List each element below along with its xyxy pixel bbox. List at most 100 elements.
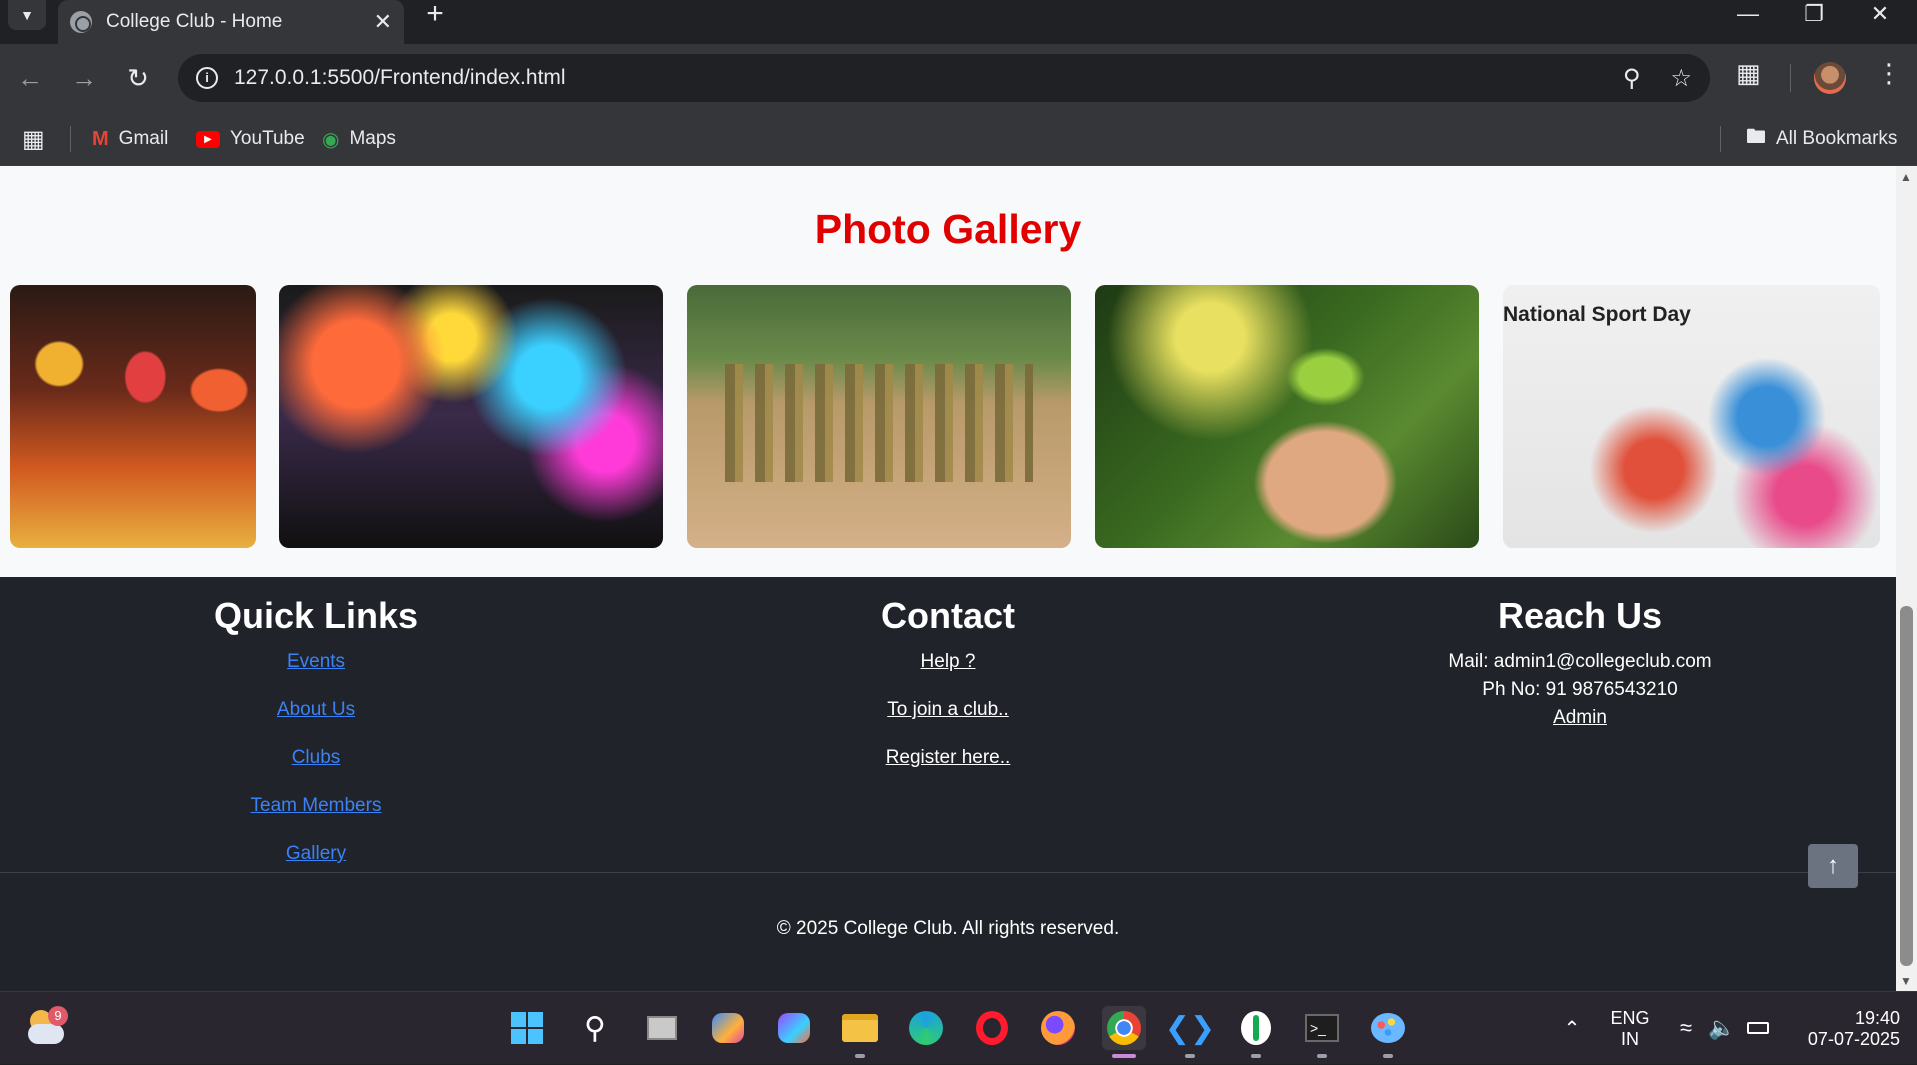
scrollbar-thumb[interactable]: [1900, 606, 1913, 966]
gallery-title: Photo Gallery: [814, 206, 1082, 252]
mongodb-compass-icon[interactable]: [1234, 1006, 1278, 1050]
music-band-photo: [279, 285, 663, 548]
vscode-icon[interactable]: ❮❯: [1165, 1006, 1215, 1050]
back-button[interactable]: ←: [12, 60, 48, 96]
footer-link-clubs[interactable]: Clubs: [0, 747, 632, 769]
zoom-icon[interactable]: ⚲: [1623, 64, 1641, 93]
task-view-icon[interactable]: [640, 1006, 684, 1050]
ncc-parade-photo: [687, 285, 1071, 548]
cloud-icon: [28, 1024, 64, 1044]
language-indicator[interactable]: ENG IN: [1600, 992, 1660, 1065]
toolbar-divider: [1790, 64, 1791, 92]
scroll-down-arrow-icon[interactable]: ▼: [1900, 974, 1912, 988]
scroll-up-arrow-icon[interactable]: ▲: [1900, 170, 1912, 184]
weather-widget[interactable]: 9: [24, 1006, 68, 1050]
bookmark-youtube[interactable]: ▶ YouTube: [196, 112, 305, 166]
battery-icon[interactable]: [1736, 1006, 1780, 1050]
opera-icon[interactable]: [970, 1006, 1014, 1050]
photo-caption: National Sport Day: [1503, 303, 1691, 326]
scroll-to-top-button[interactable]: ↑: [1808, 844, 1858, 888]
site-info-icon[interactable]: i: [196, 67, 218, 89]
footer-link-gallery[interactable]: Gallery: [0, 843, 632, 865]
apps-grid-icon[interactable]: ▦: [22, 112, 45, 166]
minimize-button[interactable]: —: [1720, 0, 1776, 30]
edge-icon[interactable]: [904, 1006, 948, 1050]
reach-us-section: Reach Us Mail: admin1@collegeclub.com Ph…: [1264, 595, 1896, 729]
page-viewport: Photo Gallery National Sport Day Quick L…: [0, 166, 1896, 991]
bookmarks-bar: ▦ M Gmail ▶ YouTube ◉ Maps 🖿 All Bookmar…: [0, 112, 1917, 166]
star-bookmark-icon[interactable]: ☆: [1670, 64, 1692, 93]
help-link[interactable]: Help ?: [632, 651, 1264, 673]
bookmark-label: Gmail: [118, 128, 169, 149]
gmail-icon: M: [92, 127, 109, 150]
running-indicator: [855, 1054, 865, 1058]
admin-link[interactable]: Admin: [1264, 707, 1896, 729]
file-explorer-icon[interactable]: [838, 1006, 882, 1050]
chevron-down-icon: ▼: [20, 7, 34, 23]
tab-search-button[interactable]: ▼: [8, 0, 46, 30]
quick-links-section: Quick Links Events About Us Clubs Team M…: [0, 595, 632, 891]
reload-button[interactable]: ↻: [120, 60, 156, 96]
address-bar[interactable]: i 127.0.0.1:5500/Frontend/index.html ⚲ ☆: [178, 54, 1710, 102]
firefox-icon[interactable]: [1036, 1006, 1080, 1050]
contact-heading: Contact: [881, 595, 1015, 636]
language-line1: ENG: [1610, 1007, 1650, 1028]
all-bookmarks-label: All Bookmarks: [1776, 128, 1898, 149]
restore-button[interactable]: ❐: [1786, 0, 1842, 30]
windows-start-icon[interactable]: [505, 1006, 549, 1050]
terminal-icon[interactable]: >_: [1300, 1006, 1344, 1050]
footer-link-team-members[interactable]: Team Members: [0, 795, 632, 817]
bookmarks-divider: [1720, 126, 1721, 152]
youtube-icon: ▶: [196, 130, 220, 148]
running-indicator: [1185, 1054, 1195, 1058]
footer-link-events[interactable]: Events: [0, 651, 632, 673]
globe-icon: [70, 11, 92, 33]
url-text: 127.0.0.1:5500/Frontend/index.html: [234, 66, 566, 89]
search-icon[interactable]: ⚲: [573, 1006, 617, 1050]
page-scrollbar[interactable]: ▲ ▼: [1896, 166, 1917, 991]
join-club-link[interactable]: To join a club..: [632, 699, 1264, 721]
menu-kebab-icon[interactable]: ⋮: [1876, 58, 1902, 89]
new-tab-button[interactable]: +: [420, 0, 450, 30]
extensions-icon[interactable]: ▦: [1736, 58, 1761, 89]
plant-in-hands-photo: [1095, 285, 1479, 548]
chevron-up-icon[interactable]: ⌃: [1550, 1006, 1594, 1050]
copilot-icon[interactable]: [706, 1006, 750, 1050]
clock-date: 07-07-2025: [1807, 1028, 1900, 1049]
all-bookmarks-button[interactable]: 🖿 All Bookmarks: [1746, 112, 1897, 166]
running-indicator: [1317, 1054, 1327, 1058]
notification-badge: 9: [48, 1006, 68, 1026]
browser-tab-active[interactable]: College Club - Home ✕: [58, 0, 404, 44]
clock[interactable]: 19:40 07-07-2025: [1790, 992, 1900, 1065]
reach-us-heading: Reach Us: [1497, 595, 1663, 636]
language-line2: IN: [1621, 1028, 1639, 1049]
quick-links-heading: Quick Links: [213, 595, 419, 636]
classical-dance-photo: [10, 285, 256, 548]
windows-taskbar: 9 ⚲ ❮❯ >_ ⌃ ENG IN ≈ 🔈 19:40 07-07-2025: [0, 991, 1917, 1064]
footer-divider: [0, 872, 1896, 873]
copyright-text: © 2025 College Club. All rights reserved…: [776, 918, 1120, 939]
active-app-indicator: [1112, 1054, 1136, 1058]
contact-email: Mail: admin1@collegeclub.com: [1448, 651, 1712, 672]
running-indicator: [1251, 1054, 1261, 1058]
close-tab-icon[interactable]: ✕: [374, 9, 392, 35]
bookmark-maps[interactable]: ◉ Maps: [322, 112, 396, 166]
paint-icon[interactable]: [1366, 1006, 1410, 1050]
arrow-up-icon: ↑: [1827, 852, 1839, 879]
bookmark-gmail[interactable]: M Gmail: [92, 112, 168, 166]
bookmark-label: YouTube: [230, 128, 305, 149]
tab-title: College Club - Home: [106, 11, 283, 32]
m365-icon[interactable]: [772, 1006, 816, 1050]
running-indicator: [1383, 1054, 1393, 1058]
site-footer: Quick Links Events About Us Clubs Team M…: [0, 577, 1896, 991]
browser-toolbar: ← → ↻ i 127.0.0.1:5500/Frontend/index.ht…: [0, 44, 1917, 112]
clock-time: 19:40: [1854, 1007, 1900, 1028]
footer-link-about-us[interactable]: About Us: [0, 699, 632, 721]
register-link[interactable]: Register here..: [632, 747, 1264, 769]
close-window-button[interactable]: ✕: [1852, 0, 1908, 30]
chrome-icon[interactable]: [1102, 1006, 1146, 1050]
national-sport-day-photo: National Sport Day: [1503, 285, 1880, 548]
bookmarks-divider: [70, 126, 71, 152]
forward-button[interactable]: →: [66, 60, 102, 96]
profile-avatar[interactable]: [1814, 62, 1846, 94]
